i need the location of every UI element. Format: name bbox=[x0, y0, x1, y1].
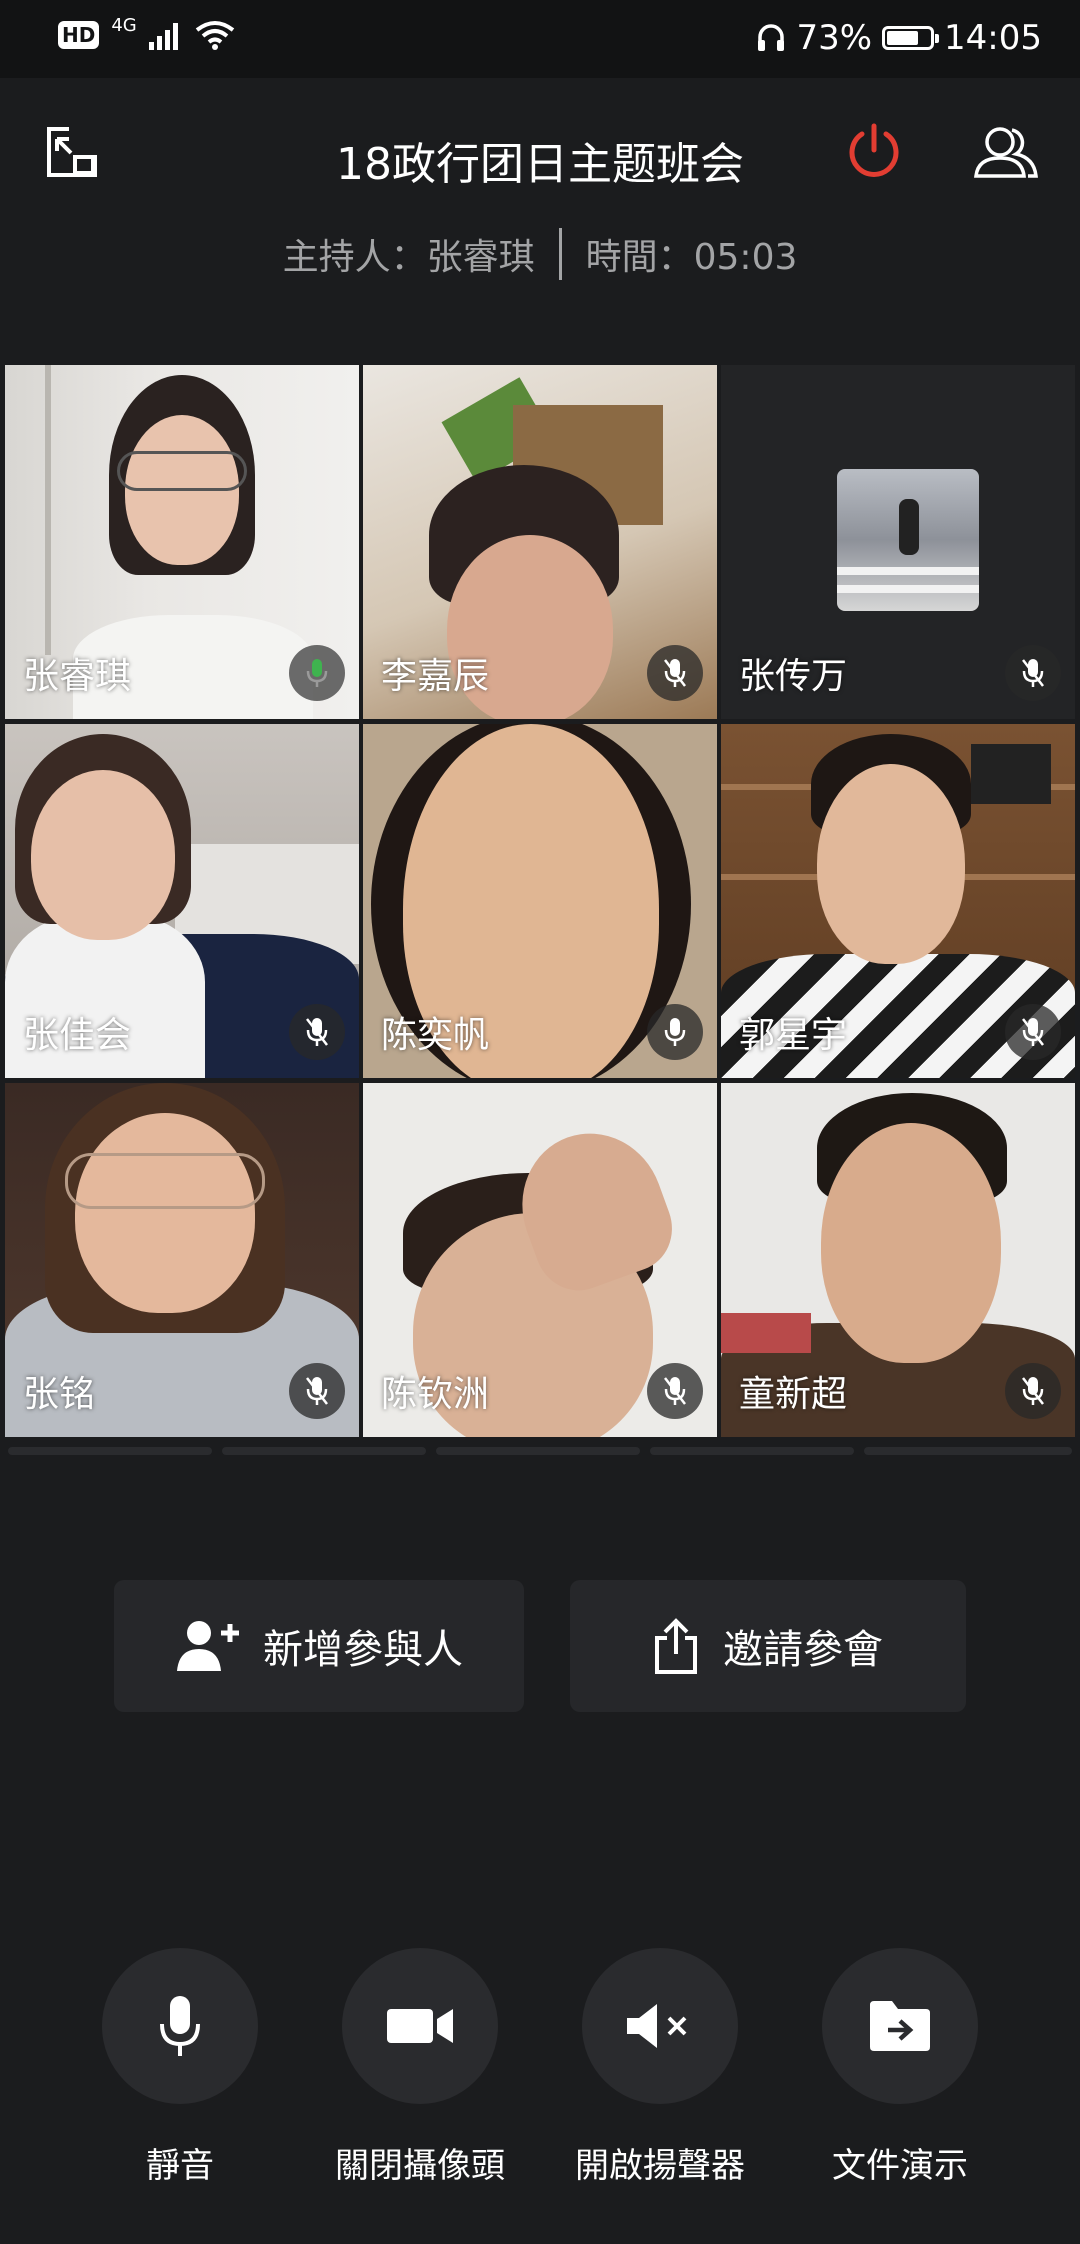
video-tile[interactable]: 陈奕帆 bbox=[363, 724, 717, 1078]
video-tile[interactable]: 张铭 bbox=[5, 1083, 359, 1437]
mic-muted-icon bbox=[1005, 645, 1061, 701]
meeting-info: 主持人：张睿琪 時間：05:03 bbox=[0, 228, 1080, 280]
video-tile[interactable]: 郭星宇 bbox=[721, 724, 1075, 1078]
status-bar: HD 4G 73% 14:05 bbox=[0, 0, 1080, 78]
battery-percent: 73% bbox=[796, 18, 873, 58]
speaker-control[interactable]: 開啟揚聲器 bbox=[575, 1948, 745, 2187]
speaker-on-label: 開啟揚聲器 bbox=[575, 2146, 745, 2186]
divider bbox=[558, 228, 562, 280]
participants-button[interactable] bbox=[970, 116, 1042, 188]
speaker-on-button[interactable] bbox=[582, 1948, 738, 2104]
participant-name: 陈奕帆 bbox=[381, 1015, 490, 1056]
mic-muted-icon bbox=[289, 1004, 345, 1060]
camera-control[interactable]: 關閉攝像頭 bbox=[335, 1948, 505, 2187]
power-icon bbox=[849, 123, 899, 177]
mic-muted-icon bbox=[1005, 1363, 1061, 1419]
status-right: 73% 14:05 bbox=[756, 18, 1042, 58]
add-user-icon bbox=[177, 1621, 239, 1671]
meeting-timer: 時間：05:03 bbox=[585, 237, 798, 278]
video-tile[interactable]: 张睿琪 bbox=[5, 365, 359, 719]
add-participant-button[interactable]: 新增參與人 bbox=[114, 1580, 524, 1712]
video-tile[interactable]: 李嘉辰 bbox=[363, 365, 717, 719]
page-indicator bbox=[650, 1447, 854, 1455]
mic-icon bbox=[647, 1004, 703, 1060]
battery-icon bbox=[882, 26, 940, 50]
mute-button[interactable] bbox=[102, 1948, 258, 2104]
file-present-label: 文件演示 bbox=[832, 2146, 968, 2186]
headphones-icon bbox=[758, 24, 785, 51]
invite-button[interactable]: 邀請參會 bbox=[570, 1580, 966, 1712]
video-camera-icon bbox=[387, 2009, 453, 2043]
camera-off-label: 關閉攝像頭 bbox=[335, 2146, 505, 2186]
meeting-header: 18政行团日主题班会 主持人：张睿琪 時間：05:03 bbox=[0, 78, 1080, 368]
page-indicator bbox=[436, 1447, 640, 1455]
file-present-control[interactable]: 文件演示 bbox=[820, 1948, 980, 2187]
mute-control[interactable]: 靜音 bbox=[100, 1948, 260, 2187]
video-tile[interactable]: 童新超 bbox=[721, 1083, 1075, 1437]
people-icon bbox=[974, 127, 1038, 178]
mic-muted-icon bbox=[289, 1363, 345, 1419]
end-meeting-button[interactable] bbox=[838, 116, 910, 188]
file-present-button[interactable] bbox=[822, 1948, 978, 2104]
participant-name: 张佳会 bbox=[23, 1015, 132, 1056]
video-tile[interactable]: 张传万 bbox=[721, 365, 1075, 719]
video-tile[interactable]: 陈钦洲 bbox=[363, 1083, 717, 1437]
video-grid: 张睿琪 李嘉辰 张传万 张佳会 陈奕帆 郭星宇 张铭 陈钦洲 童新超 bbox=[5, 365, 1075, 1437]
status-left: HD 4G bbox=[58, 15, 235, 50]
mic-muted-icon bbox=[1005, 1004, 1061, 1060]
participant-name: 郭星宇 bbox=[739, 1015, 848, 1056]
mute-label: 靜音 bbox=[146, 2146, 214, 2186]
camera-off-button[interactable] bbox=[342, 1948, 498, 2104]
wifi-icon bbox=[195, 21, 234, 50]
mic-muted-icon bbox=[647, 645, 703, 701]
invite-label: 邀請參會 bbox=[723, 1627, 883, 1673]
mic-muted-icon bbox=[647, 1363, 703, 1419]
hd-badge: HD bbox=[58, 21, 100, 49]
network-type: 4G bbox=[111, 14, 137, 36]
clock: 14:05 bbox=[944, 18, 1042, 58]
video-tile[interactable]: 张佳会 bbox=[5, 724, 359, 1078]
avatar bbox=[837, 469, 979, 611]
participant-name: 童新超 bbox=[739, 1374, 848, 1415]
speaker-mute-icon bbox=[627, 2004, 687, 2048]
page-indicator bbox=[864, 1447, 1072, 1455]
share-icon bbox=[655, 1618, 697, 1674]
participant-name: 张传万 bbox=[739, 656, 848, 697]
signal-icon bbox=[148, 23, 178, 50]
microphone-icon bbox=[160, 1996, 200, 2056]
page-indicator bbox=[8, 1447, 212, 1455]
add-participant-label: 新增參與人 bbox=[263, 1627, 463, 1673]
participant-name: 张睿琪 bbox=[23, 656, 132, 697]
page-indicator bbox=[222, 1447, 426, 1455]
participant-name: 陈钦洲 bbox=[381, 1374, 490, 1415]
folder-share-icon bbox=[870, 2001, 930, 2051]
active-mic-icon bbox=[289, 645, 345, 701]
host-label: 主持人：张睿琪 bbox=[282, 237, 535, 278]
meeting-title: 18政行团日主题班会 bbox=[336, 139, 744, 190]
participant-name: 张铭 bbox=[23, 1374, 96, 1415]
participant-name: 李嘉辰 bbox=[381, 656, 490, 697]
